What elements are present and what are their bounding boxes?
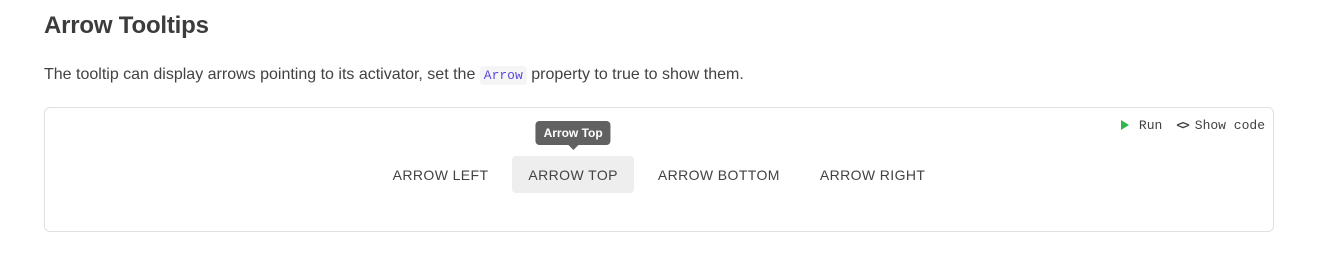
arrow-bottom-button[interactable]: Arrow Bottom xyxy=(642,156,796,193)
play-icon xyxy=(1120,120,1129,130)
show-code-label: Show code xyxy=(1194,117,1265,133)
section-description: The tooltip can display arrows pointing … xyxy=(44,64,744,87)
arrow-top-label: Arrow Top xyxy=(528,166,618,183)
code-brackets-icon: <> xyxy=(1176,118,1189,132)
example-toolbar: Run <> Show code xyxy=(1120,116,1265,134)
description-text-before: The tooltip can display arrows pointing … xyxy=(44,66,480,83)
example-panel: Run <> Show code Arrow Left Arrow Top Ar… xyxy=(44,107,1274,232)
tooltip-text: Arrow Top xyxy=(543,126,603,140)
arrow-left-button[interactable]: Arrow Left xyxy=(377,156,505,193)
demo-buttons-row: Arrow Left Arrow Top Arrow Top Arrow Bot… xyxy=(45,121,1273,193)
run-label: Run xyxy=(1138,117,1163,133)
arrow-top-tooltip: Arrow Top xyxy=(535,121,611,150)
show-code-button[interactable]: <> Show code xyxy=(1176,116,1265,134)
arrow-top-button[interactable]: Arrow Top Arrow Top xyxy=(512,121,634,193)
description-text-after: property to true to show them. xyxy=(526,66,744,83)
section-title: Arrow Tooltips xyxy=(44,12,209,39)
run-button[interactable]: Run xyxy=(1120,116,1163,134)
tooltip-arrow xyxy=(568,145,579,150)
page: Arrow Tooltips The tooltip can display a… xyxy=(0,0,1322,274)
arrow-right-button[interactable]: Arrow Right xyxy=(804,156,942,193)
arrow-property-code: Arrow xyxy=(479,66,527,85)
